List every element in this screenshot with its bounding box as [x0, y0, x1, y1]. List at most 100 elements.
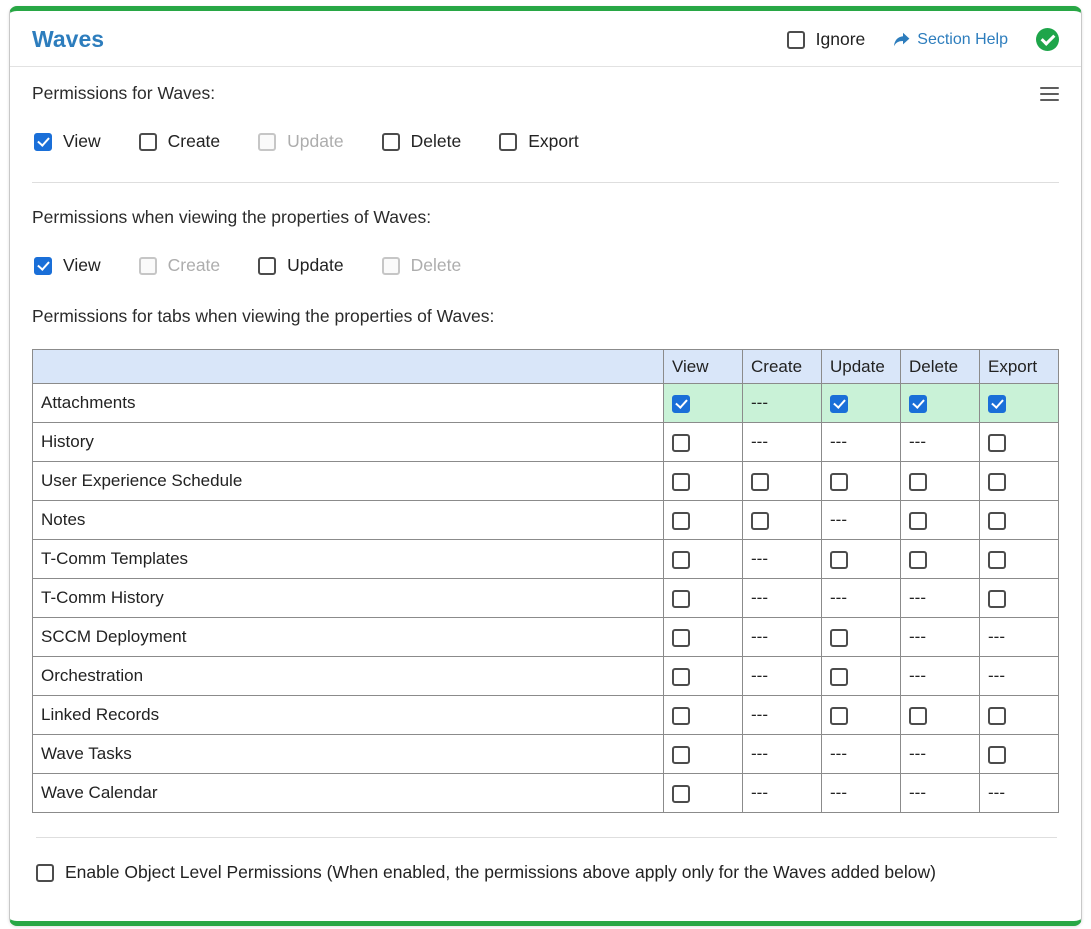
ignore-checkbox-box[interactable] — [787, 31, 805, 49]
permission-cell-export[interactable] — [980, 501, 1059, 540]
permission-cell-update[interactable] — [822, 384, 901, 423]
permission-cell-view[interactable] — [664, 462, 743, 501]
checkbox-box[interactable] — [988, 473, 1006, 491]
permission-cell-view[interactable] — [664, 501, 743, 540]
checkbox-box[interactable] — [672, 707, 690, 725]
enable-object-level-permissions-checkbox[interactable]: Enable Object Level Permissions (When en… — [36, 862, 936, 883]
checkbox-box[interactable] — [909, 473, 927, 491]
checkbox-box[interactable] — [988, 434, 1006, 452]
permission-cell-delete[interactable] — [901, 462, 980, 501]
permission-cell-view[interactable] — [664, 657, 743, 696]
hamburger-menu-icon[interactable] — [1040, 83, 1059, 101]
panel-header: Waves Ignore Section Help — [10, 11, 1081, 67]
checkbox-box[interactable] — [672, 512, 690, 530]
checkbox-box[interactable] — [909, 551, 927, 569]
checkbox-box[interactable] — [258, 257, 276, 275]
permission-checkbox-view[interactable]: View — [34, 131, 101, 152]
enable-checkbox-box[interactable] — [36, 864, 54, 882]
tab-name-cell: T-Comm History — [33, 579, 664, 618]
permission-cell-update[interactable] — [822, 657, 901, 696]
checkbox-box[interactable] — [909, 707, 927, 725]
permission-cell-update[interactable] — [822, 696, 901, 735]
checkbox-box[interactable] — [672, 473, 690, 491]
checkbox-box[interactable] — [672, 434, 690, 452]
checkbox-box[interactable] — [830, 668, 848, 686]
permission-checkbox-update[interactable]: Update — [258, 255, 343, 276]
permission-cell-delete[interactable] — [901, 540, 980, 579]
checkbox-box[interactable] — [830, 707, 848, 725]
checkbox-box[interactable] — [672, 746, 690, 764]
permission-cell-delete[interactable] — [901, 384, 980, 423]
table-row: Wave Tasks--------- — [33, 735, 1059, 774]
checkbox-box[interactable] — [751, 473, 769, 491]
permission-cell-view[interactable] — [664, 696, 743, 735]
not-applicable-cell: --- — [901, 657, 980, 696]
checkbox-box[interactable] — [988, 590, 1006, 608]
table-body: Attachments---History---------User Exper… — [33, 384, 1059, 813]
checkbox-box[interactable] — [988, 746, 1006, 764]
checkbox-box[interactable] — [751, 512, 769, 530]
permission-cell-export[interactable] — [980, 696, 1059, 735]
checkbox-box[interactable] — [382, 133, 400, 151]
permission-cell-export[interactable] — [980, 423, 1059, 462]
checkbox-box[interactable] — [988, 707, 1006, 725]
permission-cell-export[interactable] — [980, 462, 1059, 501]
footer-row: Enable Object Level Permissions (When en… — [36, 837, 1057, 887]
checkbox-box[interactable] — [830, 629, 848, 647]
permission-checkbox-create[interactable]: Create — [139, 131, 221, 152]
checkbox-box[interactable] — [499, 133, 517, 151]
permission-cell-update[interactable] — [822, 618, 901, 657]
checkbox-box[interactable] — [139, 133, 157, 151]
not-applicable-cell: --- — [822, 423, 901, 462]
permission-cell-view[interactable] — [664, 774, 743, 813]
checkbox-box[interactable] — [909, 395, 927, 413]
checkbox-box[interactable] — [988, 512, 1006, 530]
permission-checkbox-export[interactable]: Export — [499, 131, 579, 152]
checkbox-box[interactable] — [830, 473, 848, 491]
checkbox-box[interactable] — [988, 551, 1006, 569]
checkbox-box[interactable] — [672, 785, 690, 803]
not-applicable-cell: --- — [743, 735, 822, 774]
check-circle-icon — [1036, 28, 1059, 51]
checkbox-box[interactable] — [34, 257, 52, 275]
header-controls: Ignore Section Help — [787, 28, 1059, 51]
not-applicable-cell: --- — [980, 657, 1059, 696]
section-help-link[interactable]: Section Help — [893, 31, 1008, 49]
not-applicable-cell: --- — [743, 579, 822, 618]
permission-cell-view[interactable] — [664, 735, 743, 774]
permission-cell-update[interactable] — [822, 540, 901, 579]
permission-cell-delete[interactable] — [901, 501, 980, 540]
checkbox-box[interactable] — [672, 551, 690, 569]
permission-checkbox-delete[interactable]: Delete — [382, 131, 462, 152]
permission-cell-view[interactable] — [664, 423, 743, 462]
footer-divider — [36, 837, 1057, 838]
permission-checkbox-view[interactable]: View — [34, 255, 101, 276]
ignore-checkbox[interactable]: Ignore — [787, 29, 866, 50]
permission-cell-export[interactable] — [980, 540, 1059, 579]
checkbox-box[interactable] — [672, 629, 690, 647]
checkbox-box[interactable] — [672, 590, 690, 608]
permission-cell-view[interactable] — [664, 579, 743, 618]
permission-cell-export[interactable] — [980, 735, 1059, 774]
table-row: Linked Records--- — [33, 696, 1059, 735]
permission-cell-delete[interactable] — [901, 696, 980, 735]
column-header-create: Create — [743, 350, 822, 384]
permission-cell-export[interactable] — [980, 579, 1059, 618]
permission-cell-create[interactable] — [743, 501, 822, 540]
permission-cell-view[interactable] — [664, 384, 743, 423]
permission-cell-update[interactable] — [822, 462, 901, 501]
checkbox-box[interactable] — [830, 395, 848, 413]
checkbox-box[interactable] — [34, 133, 52, 151]
permission-cell-export[interactable] — [980, 384, 1059, 423]
permission-cell-view[interactable] — [664, 618, 743, 657]
checkbox-box[interactable] — [830, 551, 848, 569]
checkbox-box[interactable] — [909, 512, 927, 530]
checkbox-box[interactable] — [988, 395, 1006, 413]
permission-cell-view[interactable] — [664, 540, 743, 579]
section-divider — [32, 182, 1059, 183]
checkbox-box[interactable] — [672, 668, 690, 686]
tab-name-cell: Notes — [33, 501, 664, 540]
checkbox-box[interactable] — [672, 395, 690, 413]
permission-cell-create[interactable] — [743, 462, 822, 501]
tab-name-cell: Wave Tasks — [33, 735, 664, 774]
